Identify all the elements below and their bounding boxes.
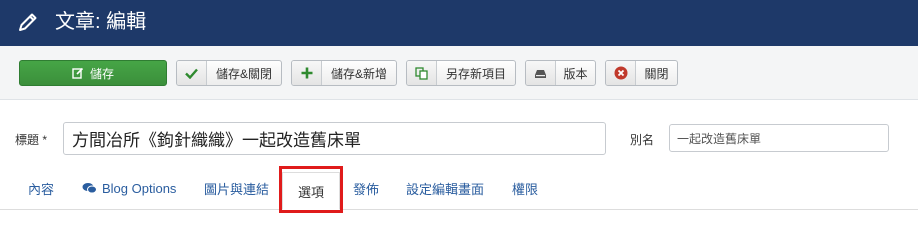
editor-tabs: 內容 Blog Options 圖片與連結 選項 發佈 設定編輯畫面 權限 [0, 168, 918, 210]
page-header: 文章: 編輯 [0, 0, 918, 46]
pencil-icon [19, 13, 37, 31]
edit-icon [72, 61, 84, 85]
tab-editor-config[interactable]: 設定編輯畫面 [406, 168, 484, 208]
tab-publishing[interactable]: 發佈 [353, 168, 379, 208]
alias-label: 別名 [630, 133, 655, 147]
title-input[interactable] [63, 122, 606, 155]
close-icon [606, 61, 636, 85]
close-button[interactable]: 關閉 [605, 60, 678, 86]
save-close-button[interactable]: 儲存&關閉 [176, 60, 282, 86]
save-copy-label: 另存新項目 [445, 66, 506, 81]
save-copy-button[interactable]: 另存新項目 [406, 60, 516, 86]
plus-icon [292, 61, 322, 85]
save-button-label: 儲存 [89, 66, 114, 81]
title-label: 標題 * [15, 133, 48, 147]
alias-input[interactable] [669, 124, 889, 152]
save-new-button[interactable]: 儲存&新增 [291, 60, 397, 86]
check-icon [177, 61, 207, 85]
tabs-divider [0, 209, 918, 210]
tab-blog-options[interactable]: Blog Options [82, 168, 176, 208]
comments-icon [82, 182, 97, 194]
toolbar: 儲存 儲存&關閉 儲存&新增 另存新項目 版本 關閉 [0, 46, 918, 100]
tab-blog-options-label: Blog Options [102, 180, 177, 196]
archive-icon [526, 61, 556, 85]
tab-images-links[interactable]: 圖片與連結 [204, 168, 269, 208]
versions-button[interactable]: 版本 [525, 60, 596, 86]
close-label: 關閉 [644, 66, 669, 81]
save-button[interactable]: 儲存 [19, 60, 167, 86]
versions-label: 版本 [563, 66, 588, 81]
tab-permissions[interactable]: 權限 [512, 168, 538, 208]
highlight-box [279, 166, 343, 213]
save-new-label: 儲存&新增 [330, 66, 387, 81]
page-title: 文章: 編輯 [55, 11, 147, 33]
copy-icon [407, 61, 437, 85]
tab-content[interactable]: 內容 [28, 168, 54, 208]
save-close-label: 儲存&關閉 [215, 66, 272, 81]
